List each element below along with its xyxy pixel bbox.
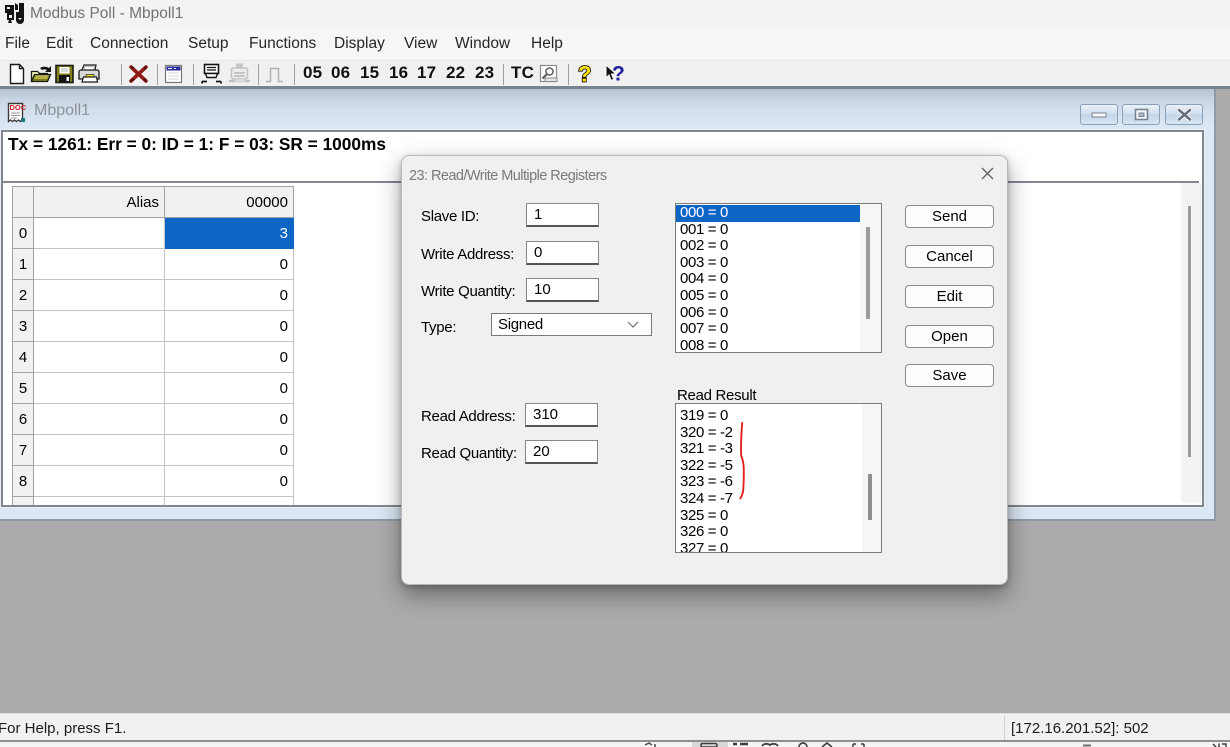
svg-text:?: ? bbox=[578, 62, 591, 87]
svg-text:DOC: DOC bbox=[10, 103, 27, 112]
